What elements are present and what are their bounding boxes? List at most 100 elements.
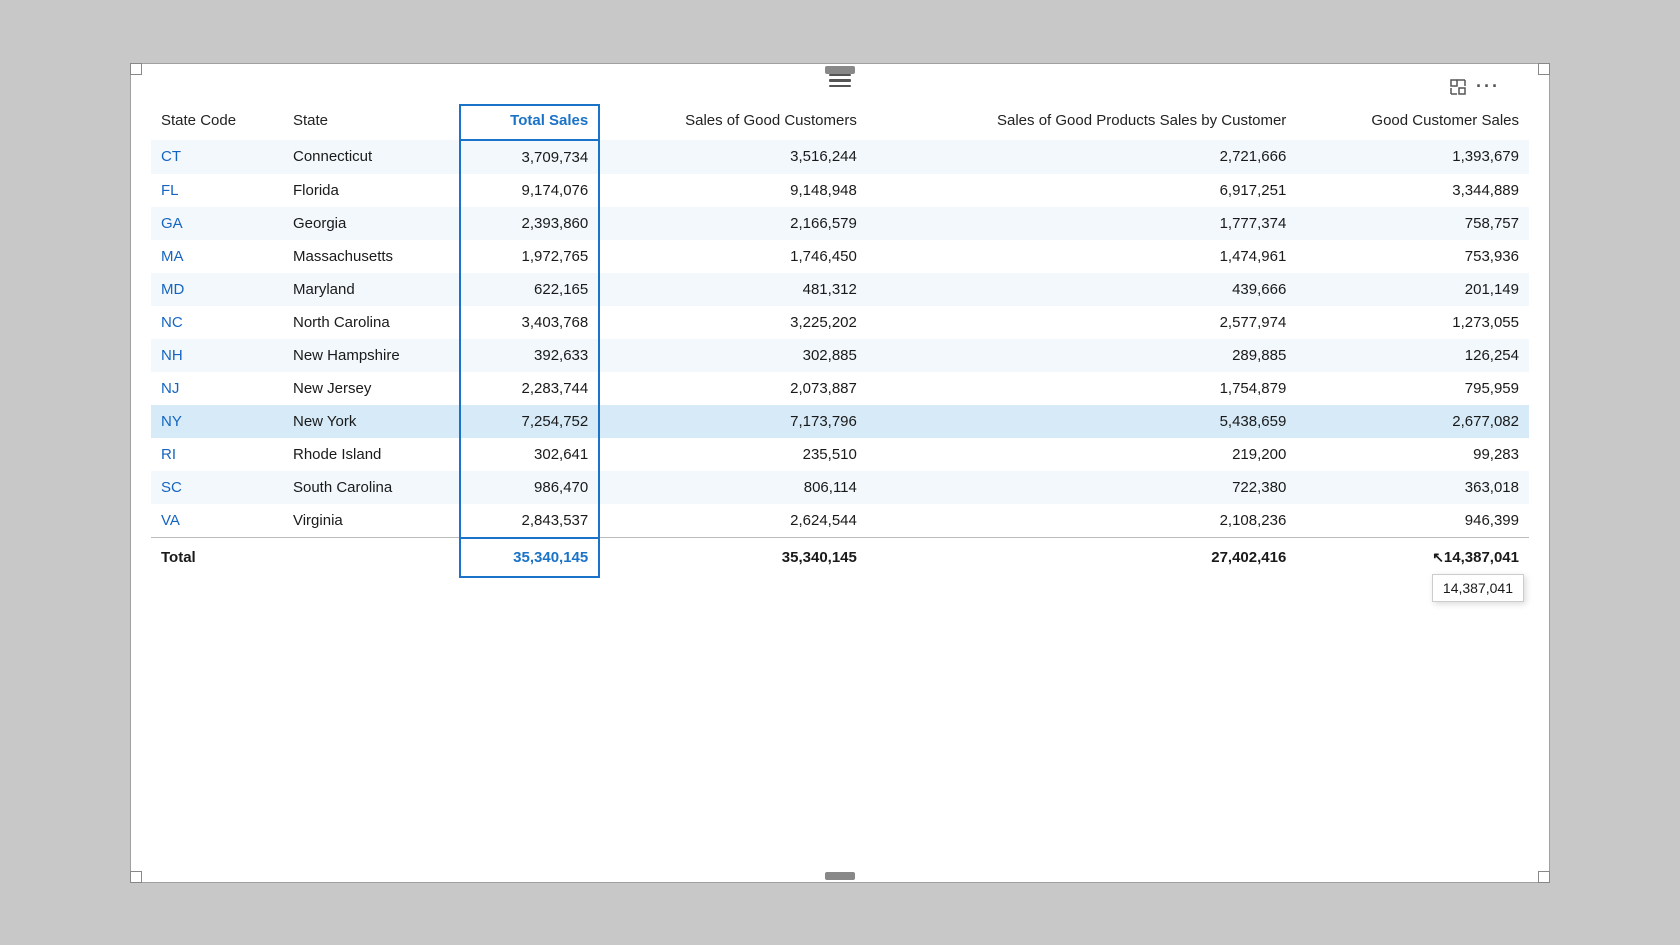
drag-handle-bottom[interactable] <box>825 872 855 880</box>
cell-sales-good-customers: 9,148,948 <box>599 174 867 207</box>
cell-sales-good-products: 5,438,659 <box>867 405 1296 438</box>
cell-state: Virginia <box>283 504 460 538</box>
table-row[interactable]: FLFlorida9,174,0769,148,9486,917,2513,34… <box>151 174 1529 207</box>
drag-handle-top[interactable] <box>825 66 855 74</box>
cell-state: New York <box>283 405 460 438</box>
more-options-icon[interactable]: ··· <box>1477 76 1499 98</box>
cell-sales-good-customers: 235,510 <box>599 438 867 471</box>
cell-sales-good-products: 722,380 <box>867 471 1296 504</box>
cell-total-sales: 7,254,752 <box>460 405 599 438</box>
cell-sales-good-products: 289,885 <box>867 339 1296 372</box>
tooltip-wrapper: ↖14,387,041 14,387,041 <box>1432 549 1519 566</box>
col-header-state: State <box>283 105 460 140</box>
cell-good-customer-sales: 201,149 <box>1296 273 1529 306</box>
cell-good-customer-sales: 363,018 <box>1296 471 1529 504</box>
tooltip: 14,387,041 <box>1432 574 1524 602</box>
cursor-indicator: ↖ <box>1432 549 1444 565</box>
cell-sales-good-customers: 2,166,579 <box>599 207 867 240</box>
table-row[interactable]: CTConnecticut3,709,7343,516,2442,721,666… <box>151 140 1529 174</box>
cell-state-code: MD <box>151 273 283 306</box>
table-body: CTConnecticut3,709,7343,516,2442,721,666… <box>151 140 1529 538</box>
cell-state: Massachusetts <box>283 240 460 273</box>
cell-total-sales: 392,633 <box>460 339 599 372</box>
table-row[interactable]: VAVirginia2,843,5372,624,5442,108,236946… <box>151 504 1529 538</box>
cell-sales-good-products: 1,777,374 <box>867 207 1296 240</box>
cell-good-customer-sales: 1,273,055 <box>1296 306 1529 339</box>
cell-sales-good-customers: 3,225,202 <box>599 306 867 339</box>
cell-state: North Carolina <box>283 306 460 339</box>
hamburger-menu[interactable] <box>829 74 851 88</box>
cell-sales-good-products: 1,754,879 <box>867 372 1296 405</box>
cell-total-sales: 9,174,076 <box>460 174 599 207</box>
cell-sales-good-customers: 481,312 <box>599 273 867 306</box>
cell-good-customer-sales: 795,959 <box>1296 372 1529 405</box>
col-header-sales-good-customers: Sales of Good Customers <box>599 105 867 140</box>
cell-sales-good-customers: 1,746,450 <box>599 240 867 273</box>
table-header-row: State Code State Total Sales Sales of Go… <box>151 105 1529 140</box>
cell-sales-good-customers: 2,624,544 <box>599 504 867 538</box>
table-row[interactable]: NHNew Hampshire392,633302,885289,885126,… <box>151 339 1529 372</box>
cell-good-customer-sales: 3,344,889 <box>1296 174 1529 207</box>
cell-sales-good-customers: 7,173,796 <box>599 405 867 438</box>
main-window: ··· State Code State Total Sales Sales <box>130 63 1550 883</box>
table-row[interactable]: SCSouth Carolina986,470806,114722,380363… <box>151 471 1529 504</box>
cell-sales-good-customers: 806,114 <box>599 471 867 504</box>
table-row[interactable]: NJNew Jersey2,283,7442,073,8871,754,8797… <box>151 372 1529 405</box>
cell-state-code: CT <box>151 140 283 174</box>
totals-label: Total <box>151 538 460 577</box>
cell-sales-good-products: 1,474,961 <box>867 240 1296 273</box>
cell-state: South Carolina <box>283 471 460 504</box>
cell-good-customer-sales: 753,936 <box>1296 240 1529 273</box>
cell-sales-good-products: 219,200 <box>867 438 1296 471</box>
cell-good-customer-sales: 126,254 <box>1296 339 1529 372</box>
toolbar: ··· <box>1447 76 1499 98</box>
expand-icon[interactable] <box>1447 76 1469 98</box>
resize-handle-bl[interactable] <box>130 871 142 883</box>
cell-sales-good-products: 439,666 <box>867 273 1296 306</box>
col-header-total-sales[interactable]: Total Sales <box>460 105 599 140</box>
cell-state-code: SC <box>151 471 283 504</box>
data-table: State Code State Total Sales Sales of Go… <box>151 104 1529 578</box>
cell-sales-good-products: 2,108,236 <box>867 504 1296 538</box>
table-container: State Code State Total Sales Sales of Go… <box>131 74 1549 598</box>
cell-good-customer-sales: 758,757 <box>1296 207 1529 240</box>
cell-state: Connecticut <box>283 140 460 174</box>
cell-state-code: MA <box>151 240 283 273</box>
cell-state: Georgia <box>283 207 460 240</box>
resize-handle-br[interactable] <box>1538 871 1550 883</box>
totals-row: Total 35,340,145 35,340,145 27,402,416 ↖… <box>151 538 1529 577</box>
cell-state-code: NJ <box>151 372 283 405</box>
cell-sales-good-customers: 3,516,244 <box>599 140 867 174</box>
cell-total-sales: 986,470 <box>460 471 599 504</box>
table-row[interactable]: MDMaryland622,165481,312439,666201,149 <box>151 273 1529 306</box>
table-row[interactable]: RIRhode Island302,641235,510219,20099,28… <box>151 438 1529 471</box>
table-row[interactable]: MAMassachusetts1,972,7651,746,4501,474,9… <box>151 240 1529 273</box>
table-row[interactable]: GAGeorgia2,393,8602,166,5791,777,374758,… <box>151 207 1529 240</box>
cell-state: New Hampshire <box>283 339 460 372</box>
cell-total-sales: 622,165 <box>460 273 599 306</box>
cell-state-code: FL <box>151 174 283 207</box>
cell-total-sales: 2,283,744 <box>460 372 599 405</box>
totals-sales-good-customers: 35,340,145 <box>599 538 867 577</box>
totals-total-sales: 35,340,145 <box>460 538 599 577</box>
totals-good-customer-sales: ↖14,387,041 14,387,041 <box>1296 538 1529 577</box>
cell-state: Maryland <box>283 273 460 306</box>
cell-total-sales: 2,393,860 <box>460 207 599 240</box>
cell-state-code: RI <box>151 438 283 471</box>
table-row[interactable]: NYNew York7,254,7527,173,7965,438,6592,6… <box>151 405 1529 438</box>
resize-handle-tr[interactable] <box>1538 63 1550 75</box>
cell-state-code: GA <box>151 207 283 240</box>
cell-sales-good-products: 2,577,974 <box>867 306 1296 339</box>
cell-total-sales: 302,641 <box>460 438 599 471</box>
cell-state-code: NC <box>151 306 283 339</box>
cell-sales-good-customers: 302,885 <box>599 339 867 372</box>
cell-sales-good-products: 2,721,666 <box>867 140 1296 174</box>
col-header-good-customer-sales: Good Customer Sales <box>1296 105 1529 140</box>
cell-state: Florida <box>283 174 460 207</box>
col-header-sales-good-products: Sales of Good Products Sales by Customer <box>867 105 1296 140</box>
cell-total-sales: 3,709,734 <box>460 140 599 174</box>
cell-state: Rhode Island <box>283 438 460 471</box>
table-row[interactable]: NCNorth Carolina3,403,7683,225,2022,577,… <box>151 306 1529 339</box>
cell-state: New Jersey <box>283 372 460 405</box>
resize-handle-tl[interactable] <box>130 63 142 75</box>
